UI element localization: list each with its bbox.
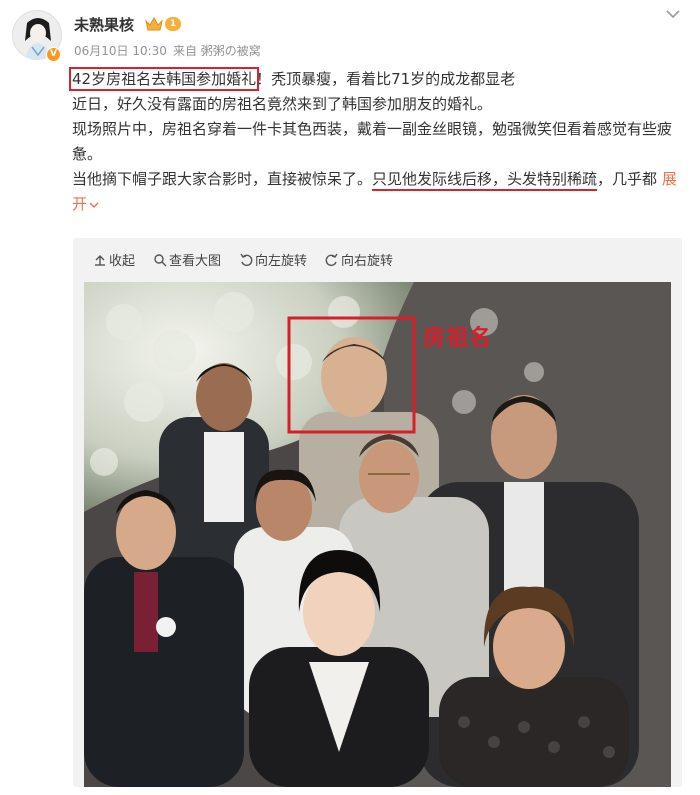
post-text: 42岁房祖名去韩国参加婚礼！秃顶暴瘦，看着比71岁的成龙都显老 近日，好久没有露… xyxy=(68,67,682,217)
paragraph-1: 近日，好久没有露面的房祖名竟然来到了韩国参加朋友的婚礼。 xyxy=(72,95,493,113)
level-badge[interactable]: 1 xyxy=(145,15,181,32)
rotate-right-button[interactable]: 向右旋转 xyxy=(325,250,393,269)
rotate-left-icon xyxy=(240,253,253,266)
rotate-left-button[interactable]: 向左旋转 xyxy=(239,250,307,269)
crown-icon xyxy=(145,16,163,30)
post-photo[interactable]: 房祖名 xyxy=(84,282,671,787)
paragraph-2: 现场照片中，房祖名穿着一件卡其色西装，戴着一副金丝眼镜，勉强微笑但看着感觉有些疲… xyxy=(72,120,673,163)
view-large-button[interactable]: 查看大图 xyxy=(153,250,221,269)
image-toolbar: 收起 查看大图 向左旋转 向右旋转 xyxy=(93,250,393,269)
verified-badge: V xyxy=(46,47,61,62)
chevron-down-icon xyxy=(89,201,99,208)
group-photo-illustration xyxy=(84,282,671,787)
post-meta: 06月10日 10:30 来自 粥粥の被窝 xyxy=(74,42,261,59)
rotate-left-label: 向左旋转 xyxy=(255,254,308,269)
collapse-label: 收起 xyxy=(109,254,136,269)
collapse-button[interactable]: 收起 xyxy=(93,250,135,269)
post-source: 来自 粥粥の被窝 xyxy=(172,44,261,58)
rotate-right-label: 向右旋转 xyxy=(341,254,394,269)
headline-tail: ！秃顶暴瘦，看着比71岁的成龙都显老 xyxy=(256,70,516,88)
weibo-post: V 未熟果核 1 06月10日 10:30 来自 粥粥の被窝 42岁房祖名去韩国… xyxy=(0,0,700,795)
headline-highlight: 42岁房祖名去韩国参加婚礼 xyxy=(68,67,260,91)
magnifier-icon xyxy=(154,253,167,266)
view-large-label: 查看大图 xyxy=(169,254,222,269)
paragraph-3-end: ，几乎都 xyxy=(597,170,658,188)
media-card: 收起 查看大图 向左旋转 向右旋转 房祖名 xyxy=(73,238,682,787)
chevron-down-icon[interactable] xyxy=(662,6,684,22)
username[interactable]: 未熟果核 xyxy=(74,14,134,35)
level-number: 1 xyxy=(165,16,181,31)
headline-line: 42岁房祖名去韩国参加婚礼！秃顶暴瘦，看着比71岁的成龙都显老 xyxy=(68,67,682,92)
paragraph-3-start: 当他摘下帽子跟大家合影时，直接被惊呆了。 xyxy=(72,170,373,188)
photo-annotation-label: 房祖名 xyxy=(423,326,493,351)
rotate-right-icon xyxy=(325,253,338,266)
post-date[interactable]: 06月10日 10:30 xyxy=(74,42,167,59)
underlined-text: 只见他发际线后移，头发特别稀疏 xyxy=(372,170,598,191)
arrow-up-icon xyxy=(95,254,105,266)
paragraph-3: 当他摘下帽子跟大家合影时，直接被惊呆了。只见他发际线后移，头发特别稀疏，几乎都 … xyxy=(72,167,682,217)
